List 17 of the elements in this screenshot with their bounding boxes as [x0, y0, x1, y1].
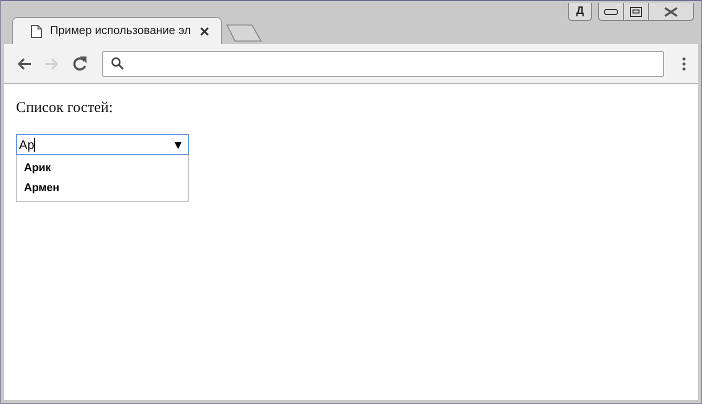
tab-title: Пример использование эл	[50, 25, 192, 37]
minimize-icon	[604, 8, 618, 14]
search-icon	[111, 57, 124, 70]
reload-icon[interactable]	[72, 56, 88, 72]
suggestion-item[interactable]: Армен	[17, 178, 188, 198]
field-label: Список гостей:	[16, 100, 114, 117]
back-icon[interactable]	[16, 56, 32, 72]
maximize-icon	[630, 6, 642, 16]
page-icon	[31, 24, 42, 38]
combo-field[interactable]: Ар ▼	[16, 134, 189, 155]
close-icon	[664, 6, 678, 16]
menu-icon[interactable]	[682, 56, 686, 70]
close-tab-icon[interactable]	[200, 26, 209, 36]
suggestion-item[interactable]: Арик	[17, 158, 188, 178]
browser-tab[interactable]: Пример использование эл	[12, 17, 222, 44]
address-field[interactable]	[102, 50, 664, 76]
profile-button[interactable]: Д	[568, 3, 592, 21]
